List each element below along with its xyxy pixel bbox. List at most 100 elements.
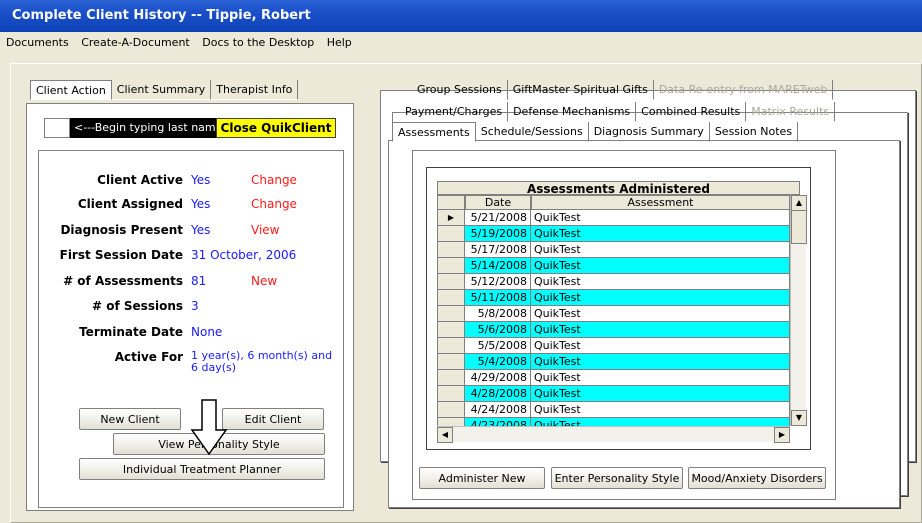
assessment-cell[interactable]: QuikTest	[531, 290, 790, 306]
tab-defense-mechanisms[interactable]: Defense Mechanisms	[508, 102, 637, 122]
assessment-column-header[interactable]: Assessment	[531, 195, 790, 210]
date-cell[interactable]: 4/23/2008	[465, 418, 531, 426]
table-row[interactable]: 4/24/2008 QuikTest	[437, 402, 790, 418]
new-client-button[interactable]: New Client	[79, 408, 181, 430]
terminate-date-value: None	[191, 325, 223, 339]
date-cell[interactable]: 5/21/2008	[465, 210, 531, 226]
date-cell[interactable]: 5/17/2008	[465, 242, 531, 258]
tab-assessments[interactable]: Assessments	[392, 122, 476, 142]
row-selector[interactable]	[437, 418, 465, 426]
quik-client-input[interactable]	[44, 118, 70, 138]
table-row[interactable]: 5/8/2008 QuikTest	[437, 306, 790, 322]
menu-docs-to-desktop[interactable]: Docs to the Desktop	[202, 36, 314, 49]
assessment-cell[interactable]: QuikTest	[531, 338, 790, 354]
menu-documents[interactable]: Documents	[6, 36, 69, 49]
edit-client-button[interactable]: Edit Client	[222, 408, 324, 430]
table-row[interactable]: ▶ 5/21/2008 QuikTest	[437, 210, 790, 226]
table-row[interactable]: 5/6/2008 QuikTest	[437, 322, 790, 338]
row-selector[interactable]	[437, 322, 465, 338]
horizontal-scrollbar[interactable]: ◀ ▶	[437, 426, 790, 443]
tab-therapist-info[interactable]: Therapist Info	[211, 80, 299, 100]
table-row[interactable]: 5/5/2008 QuikTest	[437, 338, 790, 354]
row-selector[interactable]	[437, 370, 465, 386]
assessment-cell[interactable]: QuikTest	[531, 274, 790, 290]
diagnosis-view-link[interactable]: View	[251, 223, 279, 237]
row-selector[interactable]	[437, 258, 465, 274]
row-selector[interactable]	[437, 386, 465, 402]
scroll-right-icon[interactable]: ▶	[774, 427, 790, 443]
table-row[interactable]: 5/17/2008 QuikTest	[437, 242, 790, 258]
tab-client-summary[interactable]: Client Summary	[111, 80, 212, 100]
assessment-cell[interactable]: QuikTest	[531, 370, 790, 386]
tab-session-notes[interactable]: Session Notes	[709, 122, 799, 142]
scroll-left-icon[interactable]: ◀	[437, 427, 453, 443]
individual-treatment-planner-button[interactable]: Individual Treatment Planner	[79, 458, 325, 480]
vertical-scrollbar[interactable]: ▲ ▼	[790, 195, 807, 426]
tab-data-reentry-maretweb[interactable]: Data Re-entry from MARETweb	[653, 80, 834, 100]
scroll-thumb[interactable]	[791, 210, 807, 244]
assessment-cell[interactable]: QuikTest	[531, 322, 790, 338]
table-row[interactable]: 5/14/2008 QuikTest	[437, 258, 790, 274]
row-selector[interactable]	[437, 338, 465, 354]
date-cell[interactable]: 5/12/2008	[465, 274, 531, 290]
assessment-cell[interactable]: QuikTest	[531, 402, 790, 418]
date-cell[interactable]: 5/6/2008	[465, 322, 531, 338]
close-quikclient-button[interactable]: Close QuikClient	[216, 118, 336, 138]
row-selector[interactable]	[437, 290, 465, 306]
row-selector[interactable]	[437, 354, 465, 370]
tab-matrix-results[interactable]: Matrix Results	[746, 102, 836, 122]
date-cell[interactable]: 4/29/2008	[465, 370, 531, 386]
date-column-header[interactable]: Date	[465, 195, 531, 210]
tab-combined-results[interactable]: Combined Results	[636, 102, 747, 122]
assessment-cell[interactable]: QuikTest	[531, 386, 790, 402]
assessment-cell[interactable]: QuikTest	[531, 306, 790, 322]
date-cell[interactable]: 5/8/2008	[465, 306, 531, 322]
menu-create-a-document[interactable]: Create-A-Document	[81, 36, 190, 49]
row-selector[interactable]	[437, 402, 465, 418]
table-row[interactable]: 4/29/2008 QuikTest	[437, 370, 790, 386]
table-row[interactable]: 5/11/2008 QuikTest	[437, 290, 790, 306]
table-row[interactable]: 5/4/2008 QuikTest	[437, 354, 790, 370]
mood-anxiety-disorders-button[interactable]: Mood/Anxiety Disorders	[688, 467, 826, 489]
date-cell[interactable]: 4/28/2008	[465, 386, 531, 402]
assessment-cell[interactable]: QuikTest	[531, 354, 790, 370]
grid-rows: ▶ 5/21/2008 QuikTest 5/19/2008 QuikTest 5/17/…	[437, 210, 790, 426]
tab-payment-charges[interactable]: Payment/Charges	[400, 102, 509, 122]
scroll-up-icon[interactable]: ▲	[791, 195, 807, 211]
tab-group-sessions[interactable]: Group Sessions	[412, 80, 508, 100]
table-row[interactable]: 5/12/2008 QuikTest	[437, 274, 790, 290]
table-row[interactable]: 5/19/2008 QuikTest	[437, 226, 790, 242]
date-cell[interactable]: 5/14/2008	[465, 258, 531, 274]
menu-help[interactable]: Help	[327, 36, 352, 49]
active-for-value: 1 year(s), 6 month(s) and 6 day(s)	[191, 349, 333, 374]
row-selector[interactable]	[437, 226, 465, 242]
assessment-cell[interactable]: QuikTest	[531, 210, 790, 226]
current-row-pointer-icon[interactable]: ▶	[437, 210, 465, 226]
assessment-cell[interactable]: QuikTest	[531, 242, 790, 258]
table-row[interactable]: 4/28/2008 QuikTest	[437, 386, 790, 402]
tab-diagnosis-summary[interactable]: Diagnosis Summary	[588, 122, 710, 142]
date-cell[interactable]: 5/19/2008	[465, 226, 531, 242]
date-cell[interactable]: 4/24/2008	[465, 402, 531, 418]
assessment-cell[interactable]: QuikTest	[531, 226, 790, 242]
date-cell[interactable]: 5/5/2008	[465, 338, 531, 354]
scroll-down-icon[interactable]: ▼	[791, 410, 807, 426]
row-selector[interactable]	[437, 306, 465, 322]
row-selector[interactable]	[437, 242, 465, 258]
client-assigned-change-link[interactable]: Change	[251, 197, 297, 211]
tab-schedule-sessions[interactable]: Schedule/Sessions	[475, 122, 589, 142]
assessment-new-link[interactable]: New	[251, 274, 277, 288]
tab-giftmaster-spiritual-gifts[interactable]: GiftMaster Spiritual Gifts	[507, 80, 654, 100]
client-active-change-link[interactable]: Change	[251, 173, 297, 187]
enter-personality-style-button[interactable]: Enter Personality Style	[551, 467, 683, 489]
client-active-label: Client Active	[97, 173, 183, 187]
date-cell[interactable]: 5/4/2008	[465, 354, 531, 370]
table-row[interactable]: 4/23/2008 QuikTest	[437, 418, 790, 426]
tab-client-action[interactable]: Client Action	[30, 80, 112, 100]
down-arrow-icon	[190, 399, 228, 456]
assessment-cell[interactable]: QuikTest	[531, 258, 790, 274]
administer-new-button[interactable]: Administer New	[419, 467, 545, 489]
row-selector[interactable]	[437, 274, 465, 290]
assessment-cell[interactable]: QuikTest	[531, 418, 790, 426]
date-cell[interactable]: 5/11/2008	[465, 290, 531, 306]
